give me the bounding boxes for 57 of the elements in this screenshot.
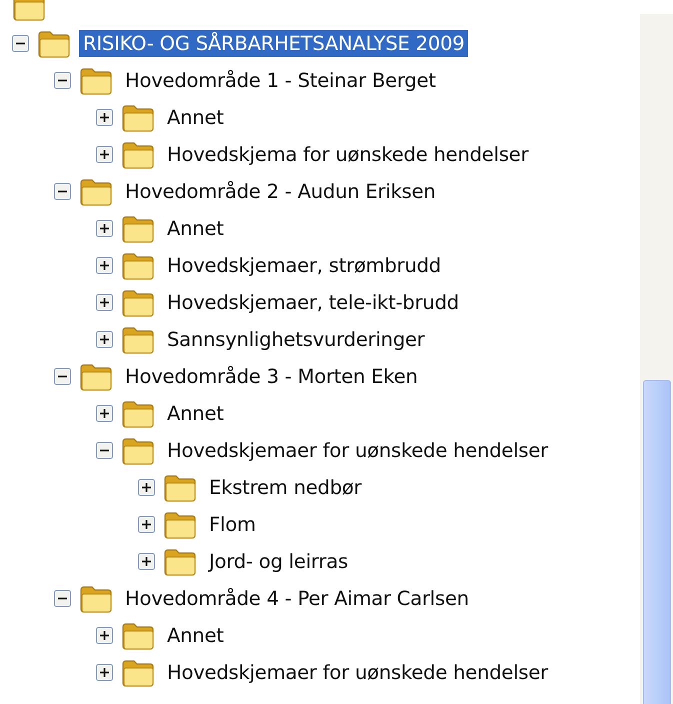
folder-label[interactable]: Annet [163, 215, 228, 242]
folder-label[interactable]: Hovedområde 3 - Morten Eken [121, 363, 422, 390]
folder-icon [121, 622, 155, 650]
expand-icon[interactable] [138, 516, 155, 533]
folder-label[interactable]: Hovedområde 4 - Per Aimar Carlsen [121, 585, 473, 612]
expand-icon[interactable] [96, 627, 113, 644]
folder-icon [121, 104, 155, 132]
collapse-icon[interactable] [54, 590, 71, 607]
expand-icon[interactable] [96, 664, 113, 681]
folder-label[interactable]: Hovedområde 2 - Audun Eriksen [121, 178, 440, 205]
folder-label[interactable]: Hovedskjema for uønskede hendelser [163, 141, 532, 168]
folder-label[interactable]: Flom [205, 511, 260, 538]
folder-icon [163, 474, 197, 502]
folder-label[interactable]: Hovedskjemaer, tele-ikt-brudd [163, 289, 463, 316]
folder-icon [121, 288, 155, 316]
folder-label[interactable]: Hovedskjemaer, strømbrudd [163, 252, 445, 279]
folder-icon [121, 326, 155, 354]
folder-icon [79, 362, 113, 390]
folder-icon [121, 658, 155, 686]
folder-icon [163, 510, 197, 538]
folder-label[interactable]: Hovedskjemaer for uønskede hendelser [163, 437, 552, 464]
folder-icon [79, 66, 113, 94]
collapse-icon[interactable] [54, 368, 71, 385]
expand-icon[interactable] [96, 109, 113, 126]
collapse-icon[interactable] [54, 72, 71, 89]
folder-label[interactable]: Jord- og leirras [205, 548, 352, 575]
folder-icon [79, 178, 113, 206]
folder-label[interactable]: Ekstrem nedbør [205, 474, 366, 501]
folder-label[interactable]: Annet [163, 622, 228, 649]
folder-icon [121, 400, 155, 428]
expand-icon[interactable] [96, 146, 113, 163]
expand-icon[interactable] [96, 331, 113, 348]
expand-icon[interactable] [96, 405, 113, 422]
expand-icon[interactable] [96, 294, 113, 311]
scrollbar[interactable] [640, 14, 673, 704]
folder-label[interactable]: Annet [163, 104, 228, 131]
folder-label[interactable]: Annet [163, 400, 228, 427]
folder-icon [121, 436, 155, 464]
scrollbar-thumb[interactable] [643, 380, 671, 704]
collapse-icon[interactable] [96, 442, 113, 459]
collapse-icon[interactable] [12, 35, 29, 52]
expand-icon[interactable] [96, 257, 113, 274]
folder-icon [121, 140, 155, 168]
folder-icon [163, 548, 197, 576]
expand-icon[interactable] [138, 553, 155, 570]
folder-icon [121, 214, 155, 242]
folder-label[interactable]: Hovedområde 1 - Steinar Berget [121, 67, 440, 94]
folder-label[interactable]: RISIKO- OG SÅRBARHETSANALYSE 2009 [79, 30, 468, 57]
expand-icon[interactable] [96, 220, 113, 237]
expand-icon[interactable] [138, 479, 155, 496]
folder-icon [37, 30, 71, 58]
folder-label[interactable]: Sannsynlighetsvurderinger [163, 326, 429, 353]
folder-icon [12, 0, 46, 20]
folder-label[interactable]: Hovedskjemaer for uønskede hendelser [163, 659, 552, 686]
folder-icon [121, 252, 155, 280]
collapse-icon[interactable] [54, 183, 71, 200]
folder-icon [79, 584, 113, 612]
